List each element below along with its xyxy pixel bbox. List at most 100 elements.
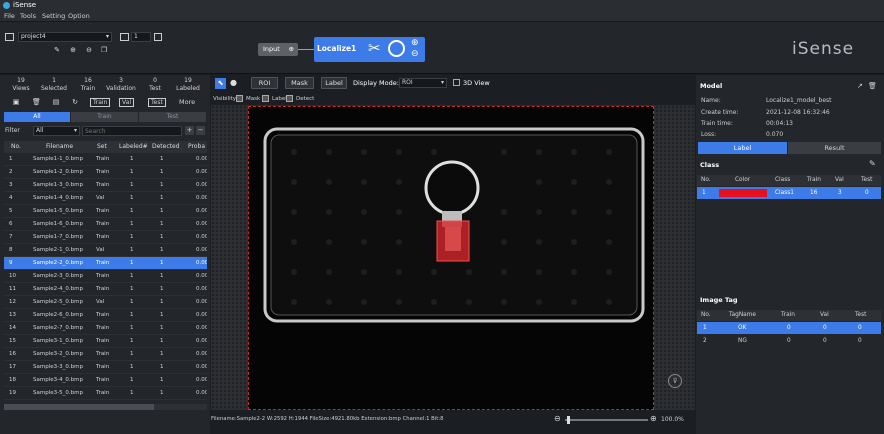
copy-project-icon[interactable]: ❐ [100,46,108,54]
remove-project-icon[interactable]: ⊖ [85,46,93,54]
delete-model-icon[interactable]: 🗑 [868,82,877,90]
menu-bar: File Tools Setting Option [0,11,884,22]
assign-val-button[interactable]: Val [119,98,134,107]
tag-row-ok[interactable]: 1 OK 0 0 0 [697,322,881,334]
table-cell: 0.00 [196,247,207,253]
table-row[interactable]: 16 Sample3-2_0.bmp Train 1 1 0.00 [4,348,207,361]
tab-result[interactable]: Result [788,142,881,154]
table-row[interactable]: 2 Sample1-2_0.bmp Train 1 1 0.00 [4,166,207,179]
class-title: Class [700,161,720,169]
chevron-down-icon[interactable]: ▾ [441,79,444,87]
trash-icon[interactable]: 🗑 [32,98,41,106]
search-input[interactable] [82,126,182,136]
table-row[interactable]: 5 Sample1-5_0.bmp Train 1 1 0.00 [4,205,207,218]
table-row[interactable]: 14 Sample2-7_0.bmp Train 1 1 0.00 [4,322,207,335]
display-mode-select[interactable]: ROI ▾ [399,78,447,88]
table-cell: 0.00 [196,221,207,227]
table-row[interactable]: 12 Sample2-5_0.bmp Val 1 1 0.00 [4,296,207,309]
project-select[interactable]: project4 ▾ [18,32,112,42]
table-row[interactable]: 18 Sample3-4_0.bmp Train 1 1 0.00 [4,374,207,387]
zoom-slider[interactable] [565,416,648,424]
menu-setting[interactable]: Setting [42,12,65,20]
add-node-icon[interactable]: ⊕ [411,38,419,48]
table-cell: Train [96,312,110,318]
label-button[interactable]: Label [321,77,347,89]
table-row[interactable]: 1 Sample1-1_0.bmp Train 1 1 0.00 [4,153,207,166]
vis-detect-checkbox[interactable] [286,95,293,102]
horizontal-scrollbar[interactable] [4,404,207,410]
menu-option[interactable]: Option [68,12,90,20]
filter-row: Filter All▾ + − [0,125,210,137]
tab-all[interactable]: All [4,112,70,122]
fit-view-icon[interactable]: ⊽ [668,374,682,388]
sample-image[interactable] [249,107,653,409]
tab-test[interactable]: Test [139,112,206,122]
add-filter-icon[interactable]: + [185,126,194,135]
menu-file[interactable]: File [4,12,15,20]
zoom-slider-handle[interactable] [567,416,570,424]
table-row[interactable]: 10 Sample2-3_0.bmp Train 1 1 0.00 [4,270,207,283]
mask-button[interactable]: Mask [285,77,314,89]
remove-filter-icon[interactable]: − [196,126,205,135]
localize-node[interactable]: Localize1 ✂ ⊕ ⊖ [314,37,425,62]
save-icon[interactable] [154,33,162,41]
table-cell: 0.00 [196,338,207,344]
image-page-icon [120,33,129,41]
chevron-down-icon[interactable]: ▾ [74,127,77,135]
table-row[interactable]: 3 Sample1-3_0.bmp Train 1 1 0.00 [4,179,207,192]
table-cell: 1 [160,364,164,370]
table-row[interactable]: 11 Sample2-4_0.bmp Train 1 1 0.00 [4,283,207,296]
input-node[interactable]: Input ⊕ [258,43,298,56]
filter-select[interactable]: All ▾ [33,126,80,136]
vis-mask-checkbox[interactable] [236,95,243,102]
table-row[interactable]: 7 Sample1-7_0.bmp Train 1 1 0.00 [4,231,207,244]
page-spinner[interactable]: 1 [131,32,151,42]
image-import-icon[interactable]: ▤ [52,98,60,106]
pointer-tool-icon[interactable]: ⬉ [215,78,226,89]
table-row[interactable]: 9 Sample2-2_0.bmp Train 1 1 0.00 [4,257,207,270]
table-row[interactable]: 8 Sample2-1_0.bmp Val 1 1 0.00 [4,244,207,257]
table-row[interactable]: 19 Sample3-5_0.bmp Train 1 1 0.00 [4,387,207,400]
tab-train[interactable]: Train [71,112,138,122]
chevron-down-icon[interactable]: ▾ [106,33,109,41]
table-cell: Sample2-5_0.bmp [33,299,83,305]
brush-tool-icon[interactable]: ● [230,78,237,87]
table-row[interactable]: 15 Sample3-1_0.bmp Train 1 1 0.00 [4,335,207,348]
table-cell: 1 [130,364,134,370]
edit-icon[interactable]: ✎ [53,46,61,54]
roi-button[interactable]: ROI [251,77,278,89]
assign-test-button[interactable]: Test [148,98,166,107]
tab-label[interactable]: Label [698,142,787,154]
zoom-in-icon[interactable]: ⊕ [650,414,657,423]
share-icon[interactable]: ↗ [857,82,863,90]
table-row[interactable]: 4 Sample1-4_0.bmp Val 1 1 0.00 [4,192,207,205]
brain-icon[interactable] [388,40,405,57]
tag-row-ng[interactable]: 2 NG 0 0 0 [697,335,881,347]
zoom-out-icon[interactable]: ⊖ [554,414,561,423]
vis-label-checkbox[interactable] [262,95,269,102]
stat-validation: 3 Validation [106,77,136,92]
view3d-checkbox[interactable] [453,79,460,86]
table-cell: 1 [160,260,164,266]
table-cell: 1 [160,273,164,279]
table-row[interactable]: 13 Sample2-6_0.bmp Train 1 1 0.00 [4,309,207,322]
menu-tools[interactable]: Tools [20,12,36,20]
assign-train-button[interactable]: Train [90,98,111,107]
table-cell: 17 [9,364,16,370]
zoom-level: 100.0% [661,416,684,423]
refresh-icon[interactable]: ↻ [71,98,79,106]
table-cell: 0.00 [196,351,207,357]
table-cell: Sample1-5_0.bmp [33,208,83,214]
remove-node-icon[interactable]: ⊖ [411,49,419,59]
scissors-icon[interactable]: ✂ [368,39,381,57]
class-color-swatch[interactable] [719,189,767,197]
edit-class-icon[interactable]: ✎ [869,159,876,168]
image-add-icon[interactable]: ▣ [12,98,20,106]
more-button[interactable]: More [179,98,195,106]
table-row[interactable]: 6 Sample1-6_0.bmp Train 1 1 0.00 [4,218,207,231]
table-row[interactable]: 17 Sample3-3_0.bmp Train 1 1 0.00 [4,361,207,374]
add-project-icon[interactable]: ⊕ [69,46,77,54]
class-row[interactable]: 1 Class1 16 3 0 [697,187,881,199]
table-cell: 1 [130,299,134,305]
table-cell: Sample1-4_0.bmp [33,195,83,201]
